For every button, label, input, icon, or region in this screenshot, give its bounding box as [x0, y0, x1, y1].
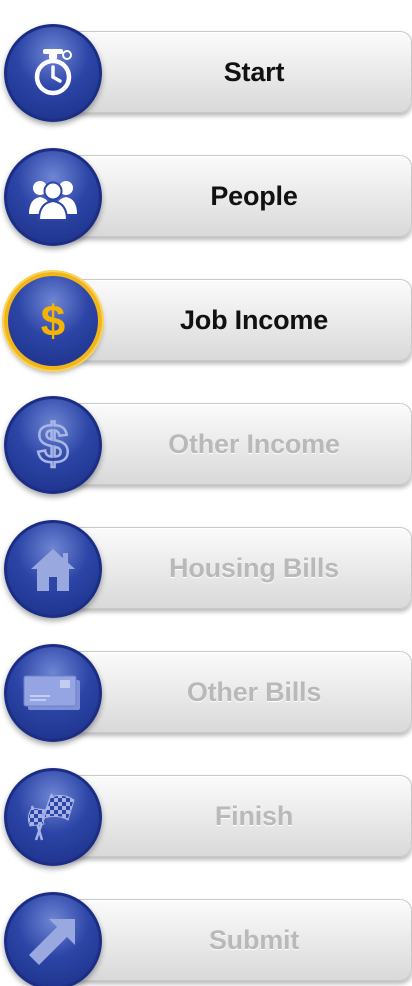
step-start[interactable]: Start: [0, 0, 412, 122]
step-finish[interactable]: Finish: [0, 744, 412, 866]
svg-text:$: $: [41, 297, 65, 346]
step-submit[interactable]: Submit: [0, 868, 412, 986]
step-job-income[interactable]: $ Job Income: [0, 248, 412, 370]
step-finish-label[interactable]: Finish: [100, 775, 408, 857]
stopwatch-icon[interactable]: [4, 24, 102, 122]
arrow-icon[interactable]: [4, 892, 102, 986]
step-housing-bills[interactable]: Housing Bills: [0, 496, 412, 618]
step-people[interactable]: People: [0, 124, 412, 246]
step-job-income-label[interactable]: Job Income: [100, 279, 408, 361]
house-icon[interactable]: [4, 520, 102, 618]
step-other-bills[interactable]: Other Bills: [0, 620, 412, 742]
people-icon[interactable]: [4, 148, 102, 246]
envelope-icon[interactable]: [4, 644, 102, 742]
step-other-income[interactable]: $ Other Income: [0, 372, 412, 494]
step-other-bills-label[interactable]: Other Bills: [100, 651, 408, 733]
step-navigation: Start People $ Job Income $ Other Income…: [0, 0, 412, 986]
svg-text:$: $: [37, 415, 68, 475]
step-start-label[interactable]: Start: [100, 31, 408, 113]
step-submit-label[interactable]: Submit: [100, 899, 408, 981]
outlined-dollar-icon[interactable]: $: [4, 396, 102, 494]
dollar-icon[interactable]: $: [4, 272, 102, 370]
step-housing-bills-label[interactable]: Housing Bills: [100, 527, 408, 609]
step-other-income-label[interactable]: Other Income: [100, 403, 408, 485]
step-people-label[interactable]: People: [100, 155, 408, 237]
checkered-flag-icon[interactable]: [4, 768, 102, 866]
